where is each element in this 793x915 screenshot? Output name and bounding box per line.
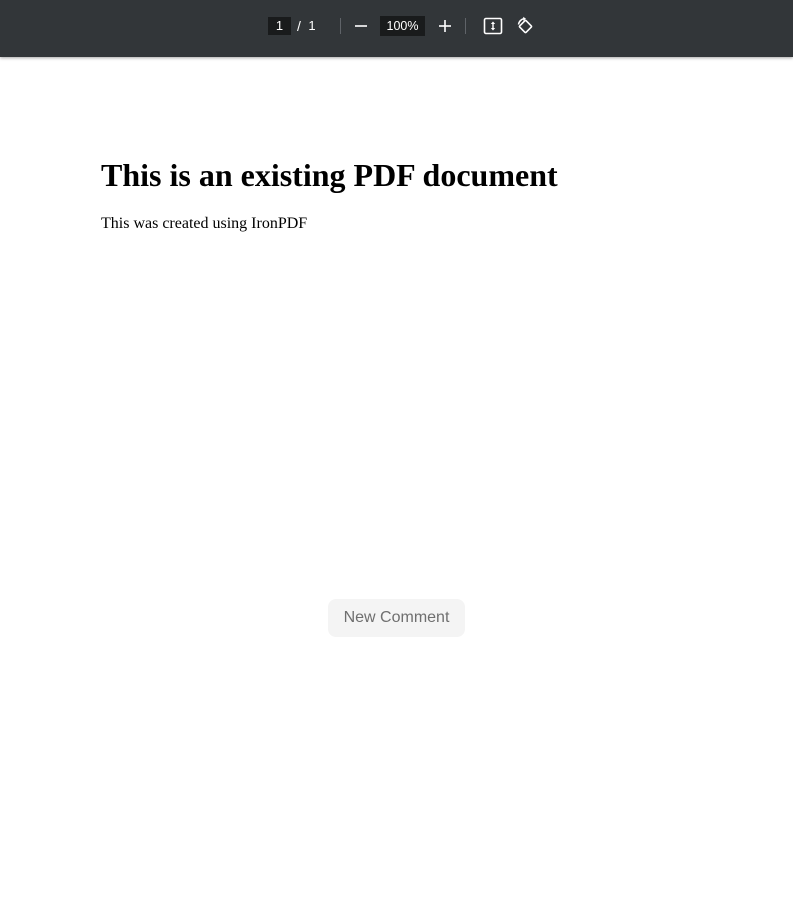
document-heading: This is an existing PDF document bbox=[101, 157, 558, 193]
total-pages: 1 bbox=[308, 18, 316, 33]
plus-icon bbox=[439, 20, 451, 32]
toolbar-divider bbox=[465, 18, 466, 34]
fit-to-page-icon bbox=[483, 17, 503, 35]
page-separator: / bbox=[297, 18, 301, 34]
pdf-viewer-toolbar: 1 / 1 100% bbox=[0, 0, 793, 57]
minus-icon bbox=[355, 25, 367, 27]
zoom-out-button[interactable] bbox=[348, 13, 374, 39]
current-page-input[interactable]: 1 bbox=[268, 17, 291, 35]
pdf-page: This is an existing PDF document This wa… bbox=[0, 57, 793, 915]
zoom-in-button[interactable] bbox=[432, 13, 458, 39]
rotate-counterclockwise-icon bbox=[517, 16, 533, 34]
toolbar-divider bbox=[340, 18, 341, 34]
fit-to-page-button[interactable] bbox=[480, 13, 506, 39]
new-comment-button[interactable]: New Comment bbox=[328, 599, 465, 637]
zoom-level-input[interactable]: 100% bbox=[380, 16, 425, 36]
rotate-button[interactable] bbox=[512, 13, 538, 39]
document-paragraph: This was created using IronPDF bbox=[101, 215, 308, 232]
